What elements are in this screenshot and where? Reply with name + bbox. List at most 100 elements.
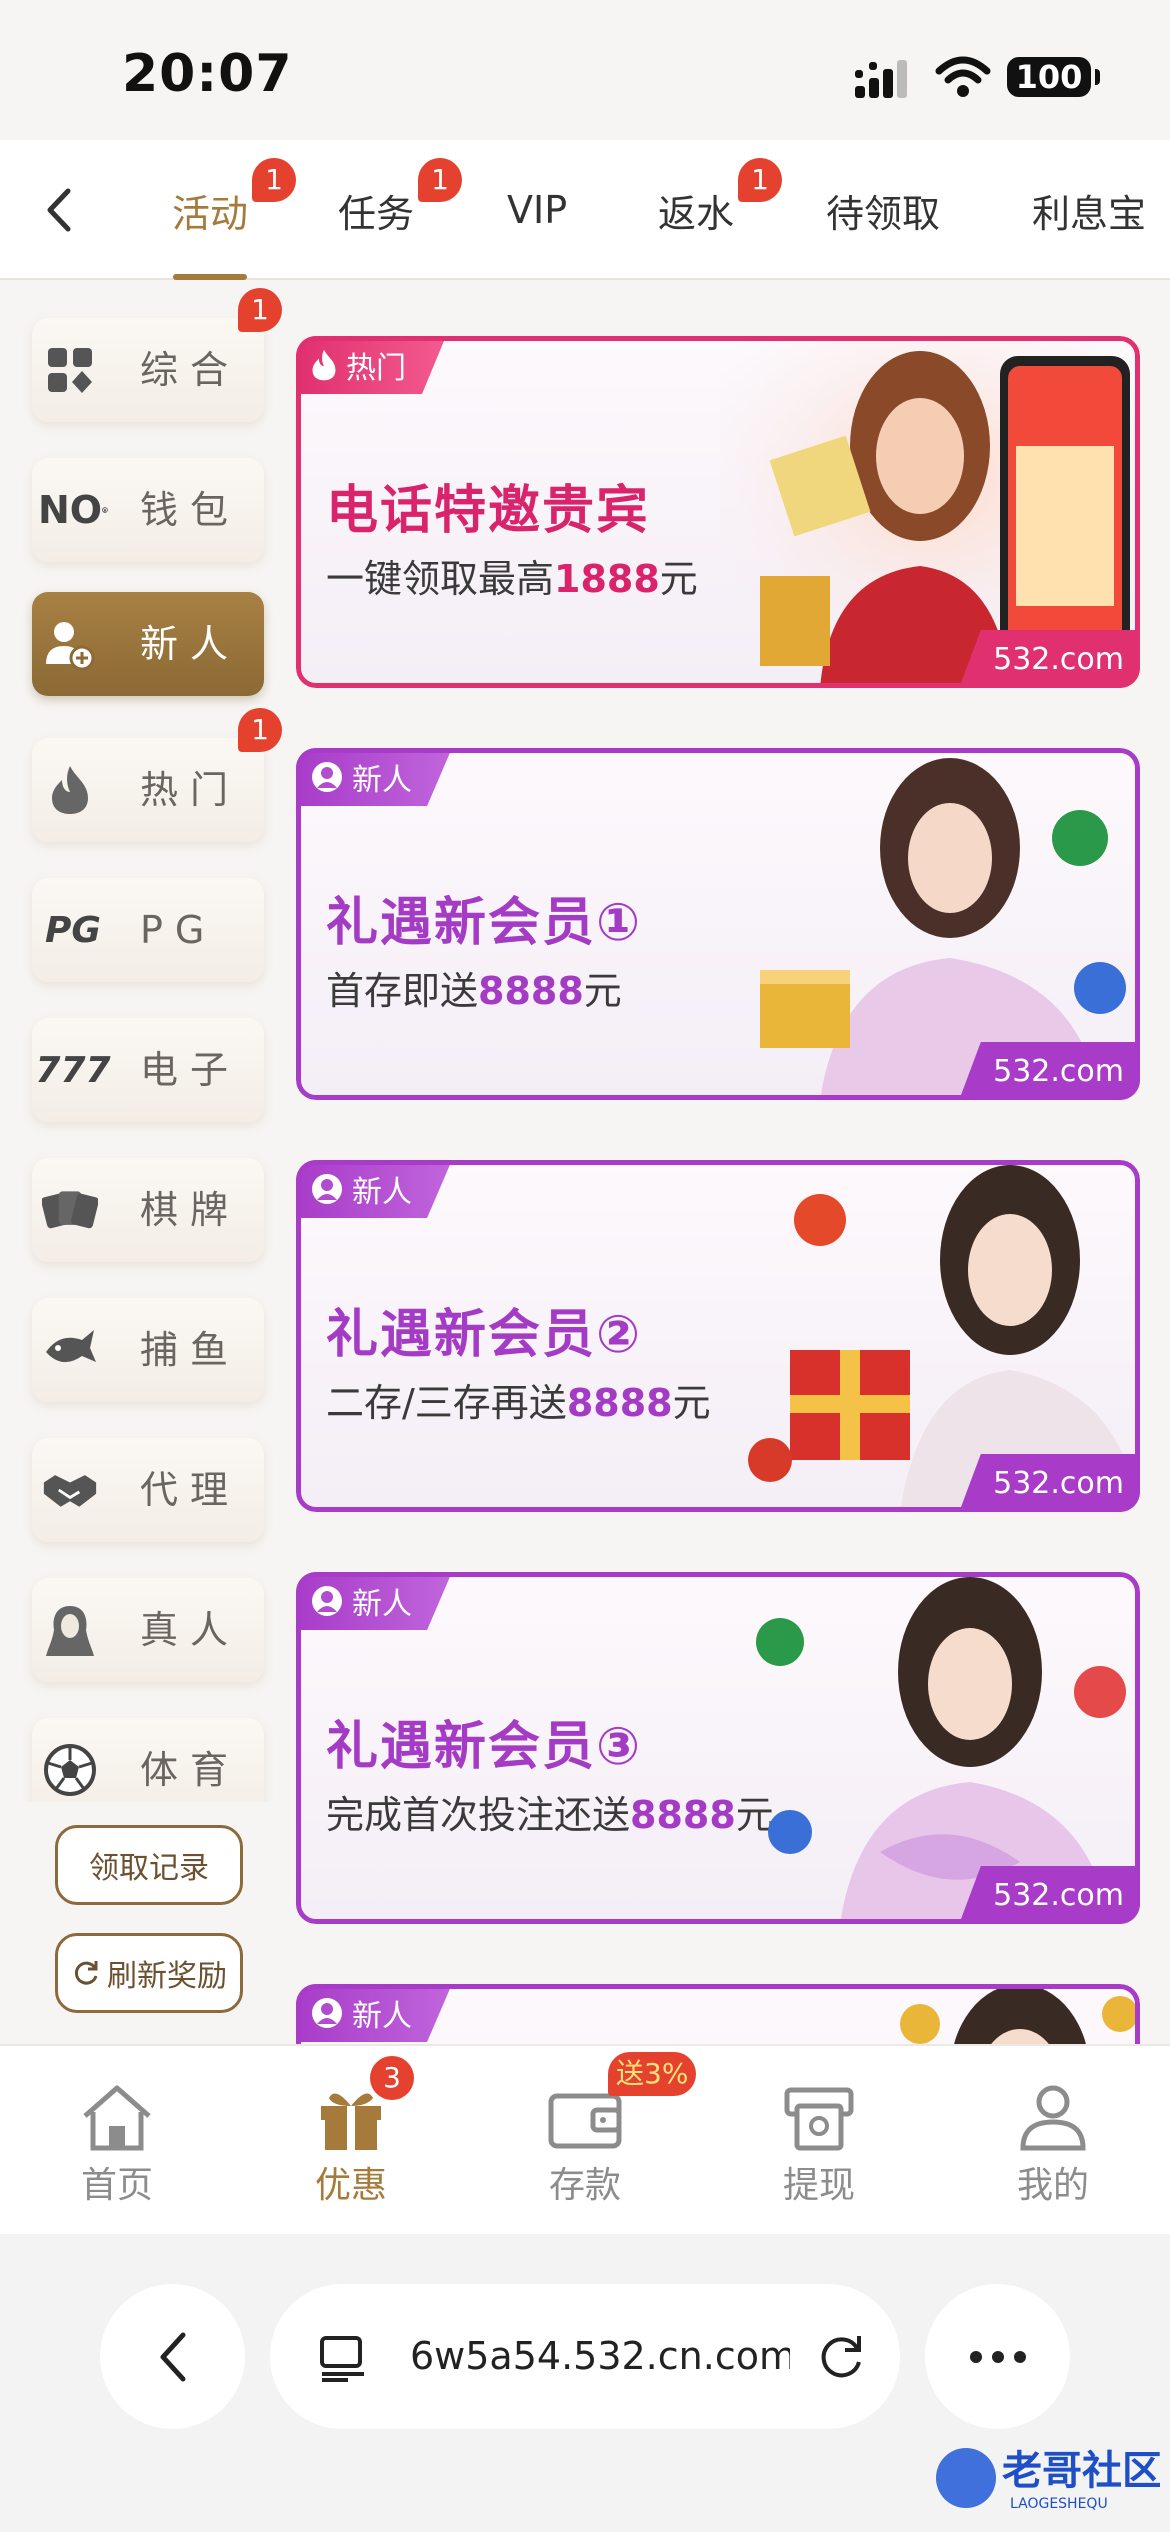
tab-label: 返水 <box>658 191 735 236</box>
banner-tag-label: 新人 <box>352 1999 412 2034</box>
banner-title: 礼遇新会员② <box>326 1305 643 1365</box>
tab-tasks[interactable]: 任务 1 <box>338 140 462 280</box>
status-bar: 20:07 100 <box>0 0 1170 140</box>
slot-777-icon: 777 <box>35 1049 111 1091</box>
banner-tag-label: 热门 <box>346 351 406 386</box>
nav-deposit[interactable]: 送3% 存款 <box>468 2046 702 2236</box>
back-button[interactable] <box>30 180 90 240</box>
claim-record-button[interactable]: 领取记录 <box>55 1825 243 1905</box>
sidebar-item-fishing[interactable]: 捕鱼 <box>32 1298 264 1402</box>
sidebar-item-label: 棋牌 <box>140 1188 241 1232</box>
banner-domain: 532.com <box>959 1866 1140 1924</box>
sidebar-item-hot[interactable]: 热门 1 <box>32 708 282 842</box>
user-circle-icon <box>312 762 342 792</box>
promo-banner-vip-call[interactable]: 热门 电话特邀贵宾 一键领取最高1888元 532.com <box>296 336 1140 688</box>
sidebar-item-sports[interactable]: 体育 <box>32 1718 264 1802</box>
tab-label: 利息宝 <box>1032 191 1147 236</box>
banner-tag-label: 新人 <box>352 1587 412 1622</box>
browser-back-button[interactable] <box>100 2284 245 2429</box>
activity-tab-bar: 活动 1 任务 1 VIP 返水 1 待领取 利息宝 <box>0 140 1170 280</box>
tab-activity[interactable]: 活动 1 <box>172 140 296 280</box>
sidebar-item-label: 综合 <box>140 348 241 392</box>
nav-label: 我的 <box>1016 2165 1089 2206</box>
tab-badge: 1 <box>252 158 296 202</box>
sidebar-item-wallet[interactable]: NO B 钱包 <box>32 458 264 562</box>
tab-label: 待领取 <box>826 191 941 236</box>
sidebar-item-label: 体育 <box>140 1748 241 1792</box>
sidebar-item-pg[interactable]: PG PG <box>32 878 264 982</box>
new-user-icon <box>42 616 98 672</box>
banner-domain: 532.com <box>959 1454 1140 1512</box>
sidebar-badge: 1 <box>238 288 282 332</box>
banner-title: 礼遇新会员① <box>326 893 643 953</box>
refresh-rewards-button[interactable]: 刷新奖励 <box>55 1933 243 2013</box>
grid-icon <box>42 342 98 398</box>
sidebar-item-label: 捕鱼 <box>140 1328 241 1372</box>
fire-icon <box>42 762 98 818</box>
community-watermark-logo: 老哥社区 LAOGESHEQU <box>936 2448 1160 2512</box>
sidebar-item-live[interactable]: 真人 <box>32 1578 264 1682</box>
category-sidebar: 综合 1 NO B 钱包 新人 热门 1 PG PG 777 电子 棋牌 捕鱼 … <box>0 282 282 1802</box>
promo-banner-newcomer-3[interactable]: 新人 礼遇新会员③ 完成首次投注还送8888元 532.com <box>296 1572 1140 1924</box>
banner-tag: 新人 <box>296 748 452 806</box>
withdraw-icon <box>784 2087 854 2151</box>
claim-record-label: 领取记录 <box>89 1851 209 1886</box>
banner-domain: 532.com <box>959 630 1140 688</box>
nav-withdraw[interactable]: 提现 <box>702 2046 936 2236</box>
cellular-signal-icon <box>855 60 907 98</box>
tab-vip[interactable]: VIP <box>507 140 567 280</box>
svg-text:老哥社区: 老哥社区 <box>1002 2448 1160 2494</box>
nav-badge: 3 <box>370 2056 414 2100</box>
page-menu-icon <box>320 2336 364 2382</box>
tab-label: VIP <box>507 188 568 232</box>
wifi-icon <box>935 56 991 97</box>
nob-logo-icon: NO B <box>38 488 108 532</box>
more-dots-icon <box>969 2350 1026 2363</box>
sidebar-item-agent[interactable]: 代理 <box>32 1438 264 1542</box>
svg-text:LAOGESHEQU: LAOGESHEQU <box>1010 2496 1108 2512</box>
banner-tag: 热门 <box>296 336 446 394</box>
sidebar-item-label: 电子 <box>140 1048 241 1092</box>
browser-url: 6w5a54.532.cn.com <box>410 2334 790 2378</box>
sidebar-item-cards[interactable]: 棋牌 <box>32 1158 264 1262</box>
tab-label: 任务 <box>338 191 415 236</box>
nav-label: 存款 <box>548 2165 621 2206</box>
banner-subtitle: 一键领取最高1888元 <box>326 557 698 601</box>
user-circle-icon <box>312 1998 342 2028</box>
tab-interest[interactable]: 利息宝 <box>1032 140 1146 280</box>
sidebar-item-label: 新人 <box>140 622 241 666</box>
nav-promotions[interactable]: 3 优惠 <box>234 2046 468 2236</box>
soccer-ball-icon <box>42 1742 98 1798</box>
profile-icon <box>1020 2085 1086 2151</box>
browser-address-bar[interactable]: 6w5a54.532.cn.com <box>270 2284 900 2429</box>
tab-pending[interactable]: 待领取 <box>826 140 940 280</box>
banner-subtitle: 二存/三存再送8888元 <box>326 1381 711 1425</box>
banner-tag-label: 新人 <box>352 1175 412 1210</box>
nav-home[interactable]: 首页 <box>0 2046 234 2236</box>
sidebar-item-general[interactable]: 综合 1 <box>32 288 282 422</box>
tab-rebate[interactable]: 返水 1 <box>658 140 782 280</box>
promo-banner-newcomer-2[interactable]: 新人 礼遇新会员② 二存/三存再送8888元 532.com <box>296 1160 1140 1512</box>
pg-logo-icon: PG <box>45 909 101 951</box>
sidebar-item-slots[interactable]: 777 电子 <box>32 1018 264 1122</box>
nav-label: 首页 <box>80 2165 153 2206</box>
user-circle-icon <box>312 1586 342 1616</box>
sidebar-item-label: 代理 <box>140 1468 241 1512</box>
banner-tag: 新人 <box>296 1572 452 1630</box>
sidebar-item-label: 真人 <box>140 1608 241 1652</box>
status-time: 20:07 <box>122 44 293 104</box>
sidebar-badge: 1 <box>238 708 282 752</box>
promo-banner-newcomer-1[interactable]: 新人 礼遇新会员① 首存即送8888元 532.com <box>296 748 1140 1100</box>
user-circle-icon <box>312 1174 342 1204</box>
nav-label: 优惠 <box>314 2165 387 2206</box>
banner-tag: 新人 <box>296 1160 452 1218</box>
sidebar-item-newcomer[interactable]: 新人 <box>32 592 264 696</box>
browser-more-button[interactable] <box>925 2284 1070 2429</box>
refresh-rewards-label: 刷新奖励 <box>107 1959 227 1994</box>
banner-tag: 新人 <box>296 1984 452 2042</box>
reload-icon[interactable] <box>815 2330 869 2384</box>
banner-tag-label: 新人 <box>352 763 412 798</box>
nav-profile[interactable]: 我的 <box>936 2046 1170 2236</box>
chevron-left-icon <box>160 2332 185 2381</box>
handshake-icon <box>42 1462 98 1518</box>
